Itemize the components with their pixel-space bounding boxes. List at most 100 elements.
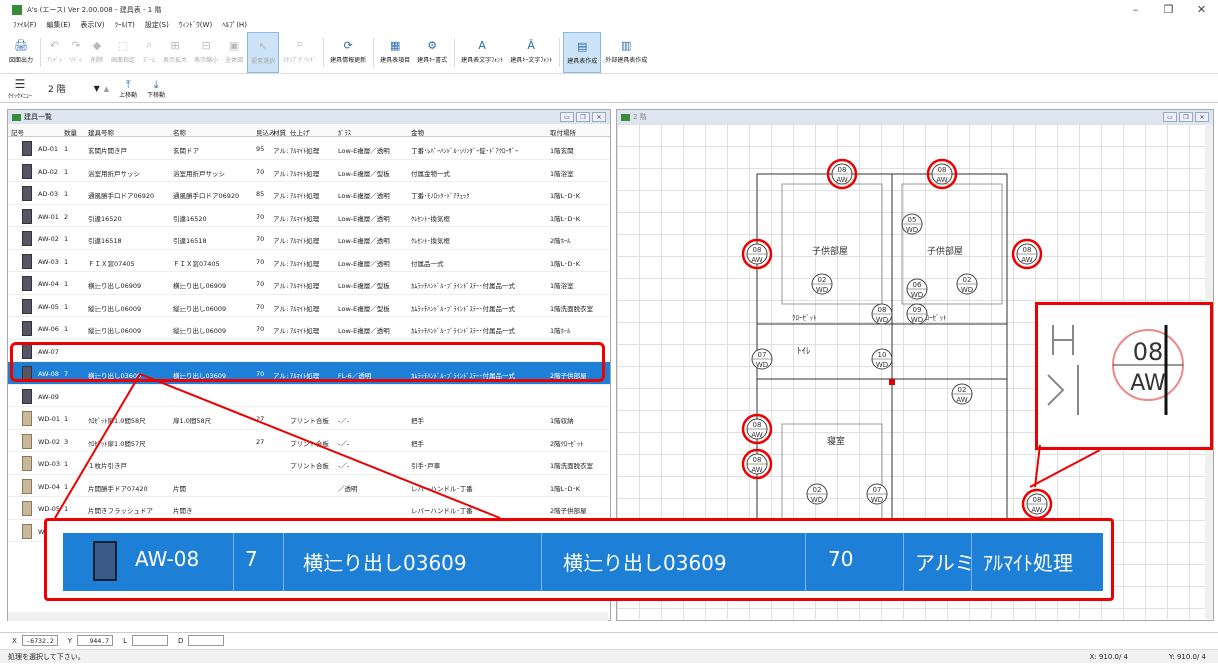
table-row[interactable]: WD-04 1 片開勝手ドア07420 片開 ／透明 レバーハンドル･丁番 1階L･D･K xyxy=(8,475,610,497)
fixture-tag[interactable]: 10 WD xyxy=(871,348,893,370)
table-row[interactable]: AD-02 1 浴室用折戸サッシ 浴室用折戸サッシ 70 アルミｱﾙﾏｲﾄ処理 Low-E複… xyxy=(8,160,610,182)
move-down-button[interactable]: ⤓ 下移動 xyxy=(147,79,165,99)
fixture-tag[interactable]: 09 WD xyxy=(906,303,928,325)
minimize-icon[interactable]: – xyxy=(1119,0,1152,19)
l-field[interactable] xyxy=(131,635,168,646)
ribbon-button[interactable]: ⊞ 表示拡大 xyxy=(160,32,190,73)
table-cell: AD-01 xyxy=(38,145,59,153)
svg-text:09: 09 xyxy=(913,306,922,314)
fixture-tag[interactable]: 02 WD xyxy=(956,273,978,295)
table-cell: 引違16520 xyxy=(173,214,207,223)
table-row[interactable]: AW-02 1 引違16518 引違16518 70 アルミｱﾙﾏｲﾄ処理 Low-E複層／… xyxy=(8,227,610,250)
fixture-thumbnail-icon xyxy=(22,298,32,314)
table-row[interactable]: AW-01 2 引違16520 引違16520 70 アルミｱﾙﾏｲﾄ処理 Low-E複層／… xyxy=(8,205,610,227)
column-header[interactable]: 建具号称 xyxy=(88,127,114,137)
ribbon-button[interactable]: ↖ 要素選択 xyxy=(247,32,280,73)
ribbon-button[interactable]: ↷ ﾘﾄﾞｩ xyxy=(66,32,86,73)
fixture-tag[interactable]: 05 WD xyxy=(901,213,923,235)
quick-menu-button[interactable]: ☰ ｸｲｯｸﾒﾆｭｰ xyxy=(6,77,34,100)
ribbon-button[interactable]: ⚙ 建具ｷｰ書式 xyxy=(414,32,450,73)
fixture-tag[interactable]: 06 WD xyxy=(906,278,928,300)
minimize-icon[interactable]: ▭ xyxy=(560,112,574,122)
restore-icon[interactable]: ❐ xyxy=(576,112,590,122)
table-row[interactable]: AW-09 xyxy=(8,385,610,407)
column-header[interactable]: 名称 xyxy=(173,127,186,137)
fixture-tag[interactable]: 08 AW xyxy=(826,158,858,190)
fixture-tag[interactable]: 07 WD xyxy=(751,348,773,370)
table-row[interactable]: AW-04 1 横辷り出し06909 横辷り出し06909 70 アルミｱﾙﾏｲﾄ処理 Lo… xyxy=(8,272,610,295)
fixture-tag[interactable]: 08 AW xyxy=(741,413,773,445)
ribbon-button[interactable]: ⊟ 表示縮小 xyxy=(191,32,221,73)
fixture-tag[interactable]: 08 AW xyxy=(926,158,958,190)
zoomed-selected-row: AW-08 7 横辷り出し03609 横辷り出し03609 70 アルミ ｱﾙﾏ… xyxy=(63,533,1103,591)
table-row[interactable]: AW-06 1 縦辷り出し06009 縦辷り出し06009 70 アルミｱﾙﾏｲﾄ処理 Lo… xyxy=(8,317,610,340)
fixture-tag[interactable]: 02 AW xyxy=(951,383,973,405)
table-cell: 1 xyxy=(64,167,69,176)
menu-item[interactable]: ｳｨﾝﾄﾞｳ(W) xyxy=(174,19,217,32)
table-cell: AW-02 xyxy=(38,235,59,243)
close-icon[interactable]: ✕ xyxy=(1185,0,1218,19)
ribbon-button[interactable]: ▦ 建具表項目 xyxy=(377,32,413,73)
table-row[interactable]: WD-02 3 ｸﾛｾﾞｯﾄ扉1.0間57尺 27 プリント合板 -／- 把手 2階ｸﾛｰｾﾞ… xyxy=(8,430,610,452)
menu-item[interactable]: 設定(S) xyxy=(140,19,174,32)
table-row[interactable]: WD-05 1 片開きフラッシュドア 片開き レバーハンドル･丁番 2階子供部屋 xyxy=(8,497,610,520)
column-header[interactable]: 取付場所 xyxy=(550,127,576,137)
column-header[interactable]: 記号 xyxy=(11,127,24,137)
ribbon-button[interactable]: ◆ 削除 xyxy=(87,32,107,73)
column-header[interactable]: 仕上げ xyxy=(290,127,310,137)
table-cell: アルミ xyxy=(273,304,288,313)
chevron-down-icon[interactable]: ▼ xyxy=(94,84,100,93)
fixture-tag[interactable]: 08 AW xyxy=(1011,238,1043,270)
ribbon-button[interactable]: ▥ 外部建具表作成 xyxy=(602,32,650,73)
close-icon[interactable]: ✕ xyxy=(592,112,606,122)
chevron-up-icon[interactable]: ▲ xyxy=(104,85,109,93)
menu-item[interactable]: ﾂｰﾙ(T) xyxy=(110,19,140,32)
svg-text:AW: AW xyxy=(1031,506,1042,514)
minimize-icon[interactable]: ▭ xyxy=(1163,112,1177,122)
fixture-tag[interactable]: 07 WD xyxy=(866,483,888,505)
column-header[interactable]: ｶﾞﾗｽ xyxy=(338,127,351,137)
menu-item[interactable]: ﾌｧｲﾙ(F) xyxy=(8,19,42,32)
ribbon-button[interactable]: ⟳ 建具情報更新 xyxy=(327,32,369,73)
table-row[interactable]: AW-03 1 ＦＩＸ窓07405 ＦＩＸ窓07405 70 アルミｱﾙﾏｲﾄ処理 Low-… xyxy=(8,250,610,272)
menu-item[interactable]: 表示(V) xyxy=(75,19,109,32)
close-icon[interactable]: ✕ xyxy=(1195,112,1209,122)
ribbon-button[interactable]: 🖨 図面出力 xyxy=(6,32,36,73)
y-field[interactable]: 944.7 xyxy=(77,635,114,646)
ribbon-button[interactable]: ⌕ ｽﾞｰﾑ xyxy=(139,32,159,73)
table-row[interactable]: AD-01 1 玄関片開き戸 玄関ドア 95 アルミｱﾙﾏｲﾄ処理 Low-E複層／透明 丁番… xyxy=(8,137,610,160)
ribbon-button[interactable]: ⌗ ｽﾅｯﾌﾟｸﾞﾘｯﾄﾞ xyxy=(280,32,319,73)
ribbon-button[interactable]: Ā 建具ｷｰ文字ﾌｫﾝﾄ xyxy=(507,32,555,73)
x-field[interactable]: -6732.2 xyxy=(21,635,58,646)
table-row[interactable]: AD-03 1 通風勝手口ドア06920 通風勝手口ドア06920 85 アルミｱﾙﾏｲﾄ… xyxy=(8,182,610,205)
column-header[interactable]: 材質 xyxy=(273,127,286,137)
room-label: 寝室 xyxy=(827,435,845,447)
restore-icon[interactable]: ❐ xyxy=(1179,112,1193,122)
table-row[interactable]: AW-05 1 縦辷り出し06009 縦辷り出し06009 70 アルミｱﾙﾏｲﾄ処理 Lo… xyxy=(8,295,610,317)
fixture-tag[interactable]: 08 AW xyxy=(1021,488,1053,520)
ribbon-button[interactable]: ⬚ 画面指定 xyxy=(108,32,138,73)
move-up-button[interactable]: ⤒ 上移動 xyxy=(119,79,137,99)
column-header[interactable]: 金物 xyxy=(411,127,424,137)
column-header[interactable]: 数量 xyxy=(64,127,77,137)
ribbon-label: ｱﾝﾄﾞｩ xyxy=(47,57,63,64)
ribbon-button[interactable]: ↶ ｱﾝﾄﾞｩ xyxy=(44,32,65,73)
table-cell: Low-E複層／透明 xyxy=(338,214,390,223)
ribbon-button[interactable]: ▤ 建具表作成 xyxy=(563,32,602,73)
d-field[interactable] xyxy=(188,635,225,646)
floor-select[interactable]: 2 階 xyxy=(48,82,66,95)
fixture-tag[interactable]: 08 AW xyxy=(741,238,773,270)
table-row[interactable]: WD-01 1 ｸﾛｾﾞｯﾄ扉1.0間58尺 扉1.0間58尺 27 プリント合板 -／- 把… xyxy=(8,407,610,430)
ribbon-button[interactable]: ▣ 全体図 xyxy=(222,32,246,73)
fixture-tag[interactable]: 08 WD xyxy=(871,303,893,325)
fixture-tag[interactable]: 02 WD xyxy=(811,273,833,295)
table-cell: WD-03 xyxy=(38,460,61,468)
table-row[interactable]: WD-03 1 １枚片引き戸 プリント合板 -／- 引手･戸車 1階洗面脱衣室 xyxy=(8,452,610,475)
horizontal-scrollbar[interactable] xyxy=(8,612,608,621)
fixture-tag[interactable]: 02 WD xyxy=(806,483,828,505)
fixture-tag[interactable]: 08 AW xyxy=(741,448,773,480)
menu-item[interactable]: ﾍﾙﾌﾟ(H) xyxy=(217,19,252,32)
menu-item[interactable]: 編集(E) xyxy=(42,19,76,32)
restore-icon[interactable]: ❐ xyxy=(1152,0,1185,19)
ribbon-button[interactable]: A 建具表文字ﾌｫﾝﾄ xyxy=(458,32,506,73)
